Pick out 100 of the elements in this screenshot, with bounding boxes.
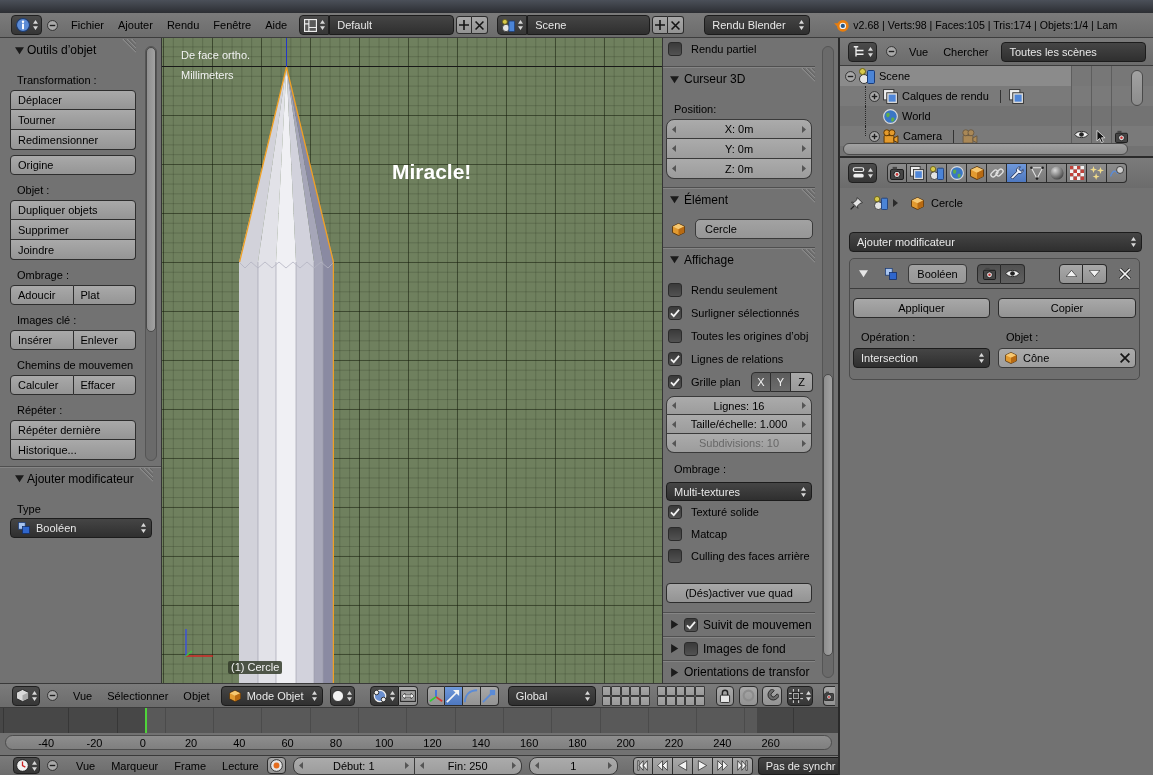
operation-dropdown[interactable]: Intersection	[853, 348, 990, 368]
plus-circle-icon[interactable]	[869, 90, 880, 102]
sync-dropdown[interactable]: Pas de synchr	[757, 756, 838, 775]
layer-button[interactable]	[656, 685, 667, 696]
updown-arrows-icon[interactable]	[801, 486, 806, 497]
panel-title[interactable]: Affichage	[684, 252, 734, 267]
modifier-name-field[interactable]: Booléen	[908, 263, 967, 284]
object-name-field[interactable]: Cercle	[695, 219, 813, 239]
number-field[interactable]: Z: 0m	[666, 159, 812, 179]
add-modifier-dropdown[interactable]: Ajouter modificateur	[849, 232, 1142, 252]
checkbox[interactable]	[668, 42, 682, 56]
properties-tab[interactable]	[987, 163, 1007, 183]
disclosure-triangle-icon[interactable]	[670, 644, 679, 653]
properties-tab[interactable]	[947, 163, 967, 183]
scene-field[interactable]: Scene	[527, 15, 651, 35]
disclosure-triangle-icon[interactable]	[670, 195, 679, 204]
apply-button[interactable]: Appliquer	[853, 298, 990, 318]
editor-type-button[interactable]	[848, 163, 877, 183]
checkbox[interactable]	[684, 617, 698, 632]
checkbox[interactable]	[668, 505, 682, 519]
menu-item[interactable]: Vue	[73, 689, 93, 702]
checkbox[interactable]	[684, 641, 698, 656]
outliner-row[interactable]: Calques de rendu	[840, 86, 1153, 106]
layer-button[interactable]	[611, 685, 621, 696]
updown-arrows-icon[interactable]	[979, 353, 984, 363]
layer-button[interactable]	[666, 685, 676, 696]
render-button[interactable]	[822, 685, 835, 706]
scrollbar-thumb[interactable]	[146, 47, 156, 332]
menu-item[interactable]: Rendu	[166, 19, 200, 31]
updown-arrows-icon[interactable]	[311, 690, 317, 701]
copy-button[interactable]: Copier	[998, 298, 1136, 318]
updown-arrows-icon[interactable]	[390, 690, 396, 701]
manipulator-button[interactable]	[426, 685, 445, 706]
disclosure-triangle-icon[interactable]	[670, 74, 679, 84]
updown-arrows-icon[interactable]	[32, 20, 38, 30]
close-icon[interactable]	[1119, 267, 1131, 280]
menu-item[interactable]: Ajouter	[118, 19, 153, 31]
menu-item[interactable]: Aide	[265, 19, 288, 31]
menu-item[interactable]: Marqueur	[111, 759, 159, 772]
scrollbar-thumb[interactable]	[823, 374, 833, 656]
layer-button[interactable]	[694, 695, 705, 706]
menu-item[interactable]: Frame	[174, 759, 207, 772]
minus-circle-icon[interactable]	[845, 70, 856, 82]
tool-button[interactable]: Enlever	[73, 330, 136, 350]
left-arrow-icon[interactable]	[672, 402, 676, 409]
panel-title[interactable]: Suivit de mouvemen	[703, 617, 812, 632]
layer-button[interactable]	[675, 685, 686, 696]
mode-dropdown[interactable]: Mode Objet	[220, 685, 323, 706]
tool-button[interactable]: Redimensionner	[10, 130, 136, 150]
modifier-type-dropdown[interactable]: Booléen	[10, 518, 152, 538]
start-frame-field[interactable]: Début: 1	[292, 756, 415, 775]
layer-button[interactable]	[620, 685, 631, 696]
tool-button[interactable]: Historique...	[10, 440, 136, 460]
axis-toggle[interactable]: Y	[771, 371, 791, 392]
orientation-dropdown[interactable]: Global	[507, 685, 596, 706]
updown-arrows-icon[interactable]	[347, 690, 353, 701]
layer-button[interactable]	[640, 695, 650, 706]
layer-button[interactable]	[640, 685, 650, 696]
minus-circle-icon[interactable]	[47, 19, 58, 31]
remove-button[interactable]	[668, 16, 685, 34]
scrollbar[interactable]	[822, 46, 834, 678]
editor-type-button[interactable]	[12, 685, 40, 706]
filter-dropdown[interactable]: Toutes les scènes	[1001, 41, 1147, 62]
panel-title[interactable]: Images de fond	[703, 641, 786, 656]
left-arrow-icon[interactable]	[672, 165, 676, 172]
properties-tab[interactable]	[1087, 163, 1107, 183]
updown-arrows-icon[interactable]	[584, 690, 590, 701]
snap-target-button[interactable]	[786, 685, 813, 706]
minus-circle-icon[interactable]	[47, 690, 58, 701]
add-button[interactable]	[456, 16, 473, 34]
playback-button[interactable]	[732, 756, 753, 775]
manipulator-button[interactable]	[462, 685, 481, 706]
left-arrow-icon[interactable]	[672, 145, 676, 152]
panel-title[interactable]: Ajouter modificateur	[27, 471, 134, 486]
number-field[interactable]: Y: 0m	[666, 139, 812, 159]
updown-arrows-icon[interactable]	[867, 46, 873, 57]
pointer-icon[interactable]	[1096, 129, 1106, 143]
playback-button[interactable]	[632, 756, 653, 775]
layout-selector-button[interactable]	[299, 15, 330, 35]
manipulator-button[interactable]	[444, 685, 463, 706]
tool-button[interactable]: Origine	[10, 155, 136, 175]
right-arrow-icon[interactable]	[802, 402, 806, 409]
tool-button[interactable]: Effacer	[73, 375, 136, 395]
camera-icon[interactable]	[1114, 129, 1128, 143]
layer-button[interactable]	[656, 695, 667, 706]
current-frame-field[interactable]: 1	[528, 756, 618, 775]
updown-arrows-icon[interactable]	[319, 20, 325, 30]
proportional-edit-button[interactable]	[738, 685, 758, 706]
layer-button[interactable]	[685, 685, 695, 696]
object-field[interactable]: Cône	[998, 348, 1136, 368]
properties-tab[interactable]	[1067, 163, 1087, 183]
checkbox[interactable]	[668, 328, 682, 343]
shading-dropdown[interactable]: Multi-textures	[666, 482, 812, 501]
end-frame-field[interactable]: Fin: 250	[414, 756, 522, 775]
left-arrow-icon[interactable]	[419, 762, 424, 769]
layer-button[interactable]	[601, 685, 612, 696]
minus-circle-icon[interactable]	[886, 46, 897, 57]
plus-circle-icon[interactable]	[869, 130, 880, 142]
layer-button[interactable]	[666, 695, 676, 706]
move-down-button[interactable]	[1083, 263, 1107, 284]
